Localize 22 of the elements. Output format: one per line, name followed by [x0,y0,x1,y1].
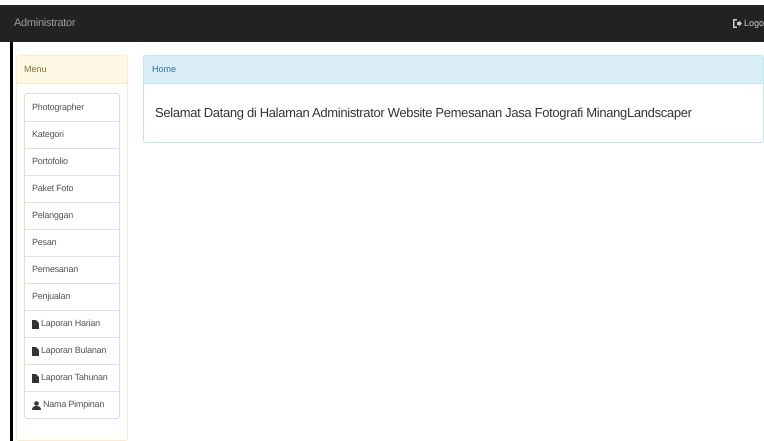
menu-item[interactable]: Penjualan [25,283,119,310]
menu-title: Menu [24,62,47,76]
menu-item[interactable]: Portofolio [25,148,119,175]
menu-item[interactable]: Laporan Tahunan [25,364,119,391]
file-icon [32,320,39,328]
menu-item[interactable]: Laporan Harian [25,310,119,337]
menu-item[interactable]: Pesan [25,229,119,256]
menu-item[interactable]: Photographer [25,94,119,121]
logout-icon [732,19,742,28]
user-icon [32,400,41,410]
breadcrumb-home[interactable]: Home [152,62,176,76]
menu-item[interactable]: Laporan Bulanan [25,337,119,364]
menu-item[interactable]: Nama Pimpinan [25,391,119,418]
brand-title[interactable]: Administrator [14,15,76,32]
menu-item[interactable]: Kategori [25,121,119,148]
welcome-text: Selamat Datang di Halaman Administrator Website Pemesanan Jasa Fotografi MinangLandscaper [155,104,692,122]
menu-item[interactable]: Pelanggan [25,202,119,229]
file-icon [32,346,39,356]
file-icon [32,374,39,382]
menu-item[interactable]: Paket Foto [25,175,119,202]
menu-item[interactable]: Pemesanan [25,256,119,283]
logout-link[interactable]: Logo [732,16,764,30]
